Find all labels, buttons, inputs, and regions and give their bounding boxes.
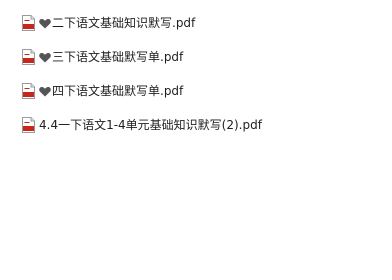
- file-item[interactable]: 二下语文基础知识默写.pdf: [22, 6, 382, 40]
- pdf-file-icon: [22, 117, 35, 133]
- file-name: 二下语文基础知识默写.pdf: [52, 16, 196, 30]
- pdf-file-icon: [22, 49, 35, 65]
- pdf-file-icon: [22, 83, 35, 99]
- heart-icon: [39, 86, 51, 96]
- pdf-file-icon: [22, 15, 35, 31]
- heart-icon: [39, 18, 51, 28]
- file-item[interactable]: 三下语文基础默写单.pdf: [22, 40, 382, 74]
- file-list: 二下语文基础知识默写.pdf 三下语文基础默写单.pdf 四下语文基础默写单.p…: [22, 6, 382, 142]
- file-name: 四下语文基础默写单.pdf: [52, 84, 184, 98]
- file-name: 三下语文基础默写单.pdf: [52, 50, 184, 64]
- file-item[interactable]: 四下语文基础默写单.pdf: [22, 74, 382, 108]
- file-item[interactable]: 4.4一下语文1-4单元基础知识默写(2).pdf: [22, 108, 382, 142]
- file-name: 4.4一下语文1-4单元基础知识默写(2).pdf: [39, 118, 262, 132]
- heart-icon: [39, 52, 51, 62]
